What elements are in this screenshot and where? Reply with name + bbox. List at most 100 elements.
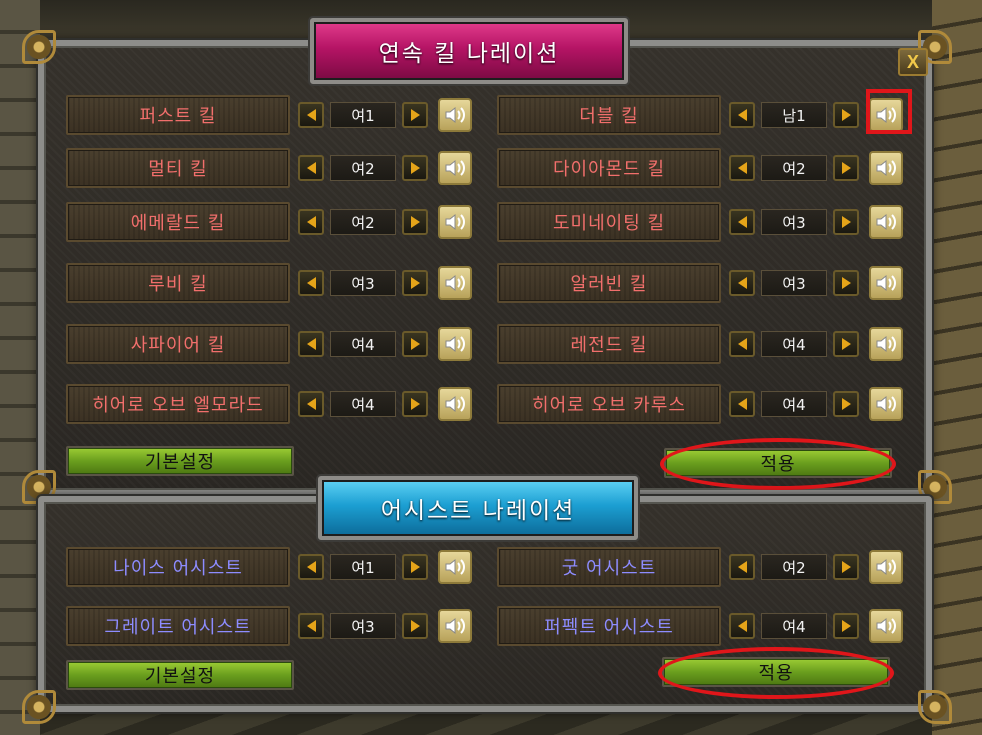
next-voice-button[interactable] <box>402 270 428 296</box>
arrow-right-icon <box>410 216 420 228</box>
voice-value: 여1 <box>330 554 396 580</box>
play-voice-button[interactable] <box>438 98 472 132</box>
next-voice-button[interactable] <box>833 270 859 296</box>
prev-voice-button[interactable] <box>729 155 755 181</box>
narration-row-double-kill: 더블 킬 남1 <box>497 95 907 135</box>
narration-name: 그레이트 어시스트 <box>66 606 290 646</box>
voice-value: 여2 <box>761 155 827 181</box>
narration-row-perfect-assist: 퍼펙트 어시스트 여4 <box>497 606 907 646</box>
arrow-right-icon <box>841 109 851 121</box>
narration-name: 퍼펙트 어시스트 <box>497 606 721 646</box>
prev-voice-button[interactable] <box>298 155 324 181</box>
play-voice-button[interactable] <box>438 387 472 421</box>
speaker-icon <box>876 335 896 353</box>
play-voice-button[interactable] <box>438 327 472 361</box>
speaker-icon <box>876 558 896 576</box>
voice-value: 여2 <box>761 554 827 580</box>
voice-value: 남1 <box>761 102 827 128</box>
arrow-left-icon <box>306 620 316 632</box>
prev-voice-button[interactable] <box>729 554 755 580</box>
next-voice-button[interactable] <box>402 209 428 235</box>
next-voice-button[interactable] <box>833 554 859 580</box>
arrow-left-icon <box>737 162 747 174</box>
prev-voice-button[interactable] <box>729 331 755 357</box>
narration-name: 알러빈 킬 <box>497 263 721 303</box>
play-voice-button[interactable] <box>438 205 472 239</box>
speaker-icon <box>445 159 465 177</box>
speaker-icon <box>445 617 465 635</box>
narration-row-nice-assist: 나이스 어시스트 여1 <box>66 547 476 587</box>
play-voice-button[interactable] <box>438 609 472 643</box>
prev-voice-button[interactable] <box>729 613 755 639</box>
voice-value: 여3 <box>330 613 396 639</box>
next-voice-button[interactable] <box>833 209 859 235</box>
narration-row-dominating-kill: 도미네이팅 킬 여3 <box>497 202 907 242</box>
arrow-right-icon <box>410 162 420 174</box>
arrow-left-icon <box>737 398 747 410</box>
speaker-icon <box>876 274 896 292</box>
narration-row-hero-karus: 히어로 오브 카루스 여4 <box>497 384 907 424</box>
play-voice-button[interactable] <box>869 387 903 421</box>
prev-voice-button[interactable] <box>298 391 324 417</box>
assist-default-button[interactable]: 기본설정 <box>66 660 294 690</box>
arrow-left-icon <box>737 216 747 228</box>
narration-name: 나이스 어시스트 <box>66 547 290 587</box>
play-voice-button[interactable] <box>869 609 903 643</box>
play-voice-button[interactable] <box>869 205 903 239</box>
prev-voice-button[interactable] <box>298 554 324 580</box>
voice-value: 여4 <box>330 331 396 357</box>
next-voice-button[interactable] <box>402 102 428 128</box>
prev-voice-button[interactable] <box>298 613 324 639</box>
highlight-ring <box>658 647 894 699</box>
next-voice-button[interactable] <box>402 554 428 580</box>
prev-voice-button[interactable] <box>729 102 755 128</box>
play-voice-button[interactable] <box>438 266 472 300</box>
prev-voice-button[interactable] <box>298 270 324 296</box>
close-icon: X <box>906 51 919 72</box>
speaker-icon <box>876 617 896 635</box>
next-voice-button[interactable] <box>833 102 859 128</box>
play-voice-button[interactable] <box>869 550 903 584</box>
next-voice-button[interactable] <box>833 613 859 639</box>
narration-name: 멀티 킬 <box>66 148 290 188</box>
arrow-right-icon <box>841 162 851 174</box>
voice-value: 여1 <box>330 102 396 128</box>
voice-value: 여3 <box>761 209 827 235</box>
arrow-left-icon <box>306 398 316 410</box>
next-voice-button[interactable] <box>833 391 859 417</box>
kill-default-button[interactable]: 기본설정 <box>66 446 294 476</box>
next-voice-button[interactable] <box>402 155 428 181</box>
speaker-icon <box>445 213 465 231</box>
next-voice-button[interactable] <box>402 331 428 357</box>
prev-voice-button[interactable] <box>298 331 324 357</box>
arrow-left-icon <box>306 162 316 174</box>
arrow-left-icon <box>737 620 747 632</box>
prev-voice-button[interactable] <box>298 209 324 235</box>
play-voice-button[interactable] <box>869 266 903 300</box>
play-voice-button[interactable] <box>438 151 472 185</box>
next-voice-button[interactable] <box>402 391 428 417</box>
play-voice-button[interactable] <box>869 151 903 185</box>
narration-name: 퍼스트 킬 <box>66 95 290 135</box>
voice-value: 여2 <box>330 155 396 181</box>
next-voice-button[interactable] <box>833 331 859 357</box>
narration-name: 히어로 오브 엘모라드 <box>66 384 290 424</box>
narration-row-alerbin-kill: 알러빈 킬 여3 <box>497 263 907 303</box>
play-voice-button[interactable] <box>869 327 903 361</box>
speaker-icon <box>445 558 465 576</box>
assist-narration-title: 어시스트 나레이션 <box>318 476 638 540</box>
prev-voice-button[interactable] <box>729 209 755 235</box>
arrow-left-icon <box>737 338 747 350</box>
narration-row-hero-elmorad: 히어로 오브 엘모라드 여4 <box>66 384 476 424</box>
prev-voice-button[interactable] <box>729 391 755 417</box>
voice-value: 여4 <box>761 391 827 417</box>
next-voice-button[interactable] <box>402 613 428 639</box>
arrow-left-icon <box>306 216 316 228</box>
narration-name: 굿 어시스트 <box>497 547 721 587</box>
close-button[interactable]: X <box>898 48 928 76</box>
next-voice-button[interactable] <box>833 155 859 181</box>
prev-voice-button[interactable] <box>298 102 324 128</box>
prev-voice-button[interactable] <box>729 270 755 296</box>
play-voice-button[interactable] <box>438 550 472 584</box>
narration-row-great-assist: 그레이트 어시스트 여3 <box>66 606 476 646</box>
